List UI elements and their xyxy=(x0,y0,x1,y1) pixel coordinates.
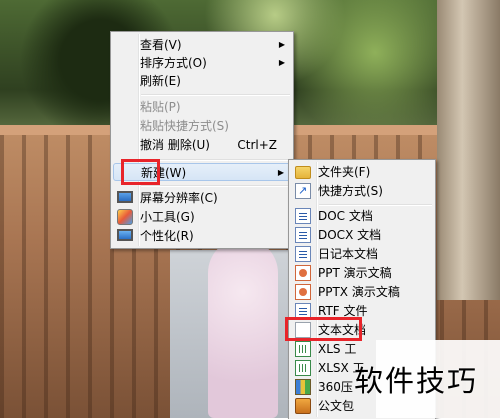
submenu-item-label: 公文包 xyxy=(318,399,355,413)
rtf-icon xyxy=(295,303,311,319)
menu-item-paste-shortcut[interactable]: 粘贴快捷方式(S) xyxy=(113,117,291,135)
submenu-item-label: PPT 演示文稿 xyxy=(318,266,392,280)
menu-separator xyxy=(319,204,432,206)
text-doc-icon xyxy=(295,322,311,338)
menu-item-label: 刷新(E) xyxy=(140,74,181,88)
menu-item-label: 新建(W) xyxy=(141,166,187,180)
menu-item-shortcut: Ctrl+Z xyxy=(237,138,277,152)
wallpaper-tree-trunk xyxy=(437,0,500,300)
new-item-folder[interactable]: 文件夹(F) xyxy=(291,163,433,181)
submenu-arrow-icon: ▶ xyxy=(278,58,285,67)
menu-item-new[interactable]: 新建(W) ▶ xyxy=(113,163,291,181)
new-item-journal[interactable]: 日记本文档 xyxy=(291,245,433,263)
menu-item-refresh[interactable]: 刷新(E) xyxy=(113,72,291,90)
menu-item-label: 撤消 删除(U) xyxy=(140,138,210,152)
menu-item-view[interactable]: 查看(V) ▶ xyxy=(113,36,291,54)
xlsx-icon xyxy=(295,360,311,376)
word-docx-icon xyxy=(295,227,311,243)
menu-item-label: 排序方式(O) xyxy=(140,56,207,70)
new-item-shortcut[interactable]: 快捷方式(S) xyxy=(291,182,433,200)
new-item-text-document[interactable]: 文本文档 xyxy=(291,321,433,339)
gadget-icon xyxy=(117,209,133,225)
menu-separator xyxy=(141,94,290,96)
submenu-item-label: 文件夹(F) xyxy=(318,165,371,179)
menu-item-sort-by[interactable]: 排序方式(O) ▶ xyxy=(113,54,291,72)
submenu-item-label: 文本文档 xyxy=(318,323,367,337)
folder-icon xyxy=(295,166,311,179)
desktop-context-menu: 查看(V) ▶ 排序方式(O) ▶ 刷新(E) 粘贴(P) 粘贴快捷方式(S) … xyxy=(110,31,294,249)
watermark-text: 软件技巧 xyxy=(354,364,479,398)
menu-separator xyxy=(141,185,290,187)
menu-item-label: 小工具(G) xyxy=(140,210,195,224)
menu-item-label: 个性化(R) xyxy=(140,229,194,243)
new-item-docx[interactable]: DOCX 文档 xyxy=(291,226,433,244)
display-icon xyxy=(117,191,133,203)
xls-icon xyxy=(295,341,311,357)
submenu-arrow-icon: ▶ xyxy=(278,40,285,49)
new-item-rtf[interactable]: RTF 文件 xyxy=(291,302,433,320)
submenu-item-label: 360压 xyxy=(318,380,353,394)
menu-item-paste[interactable]: 粘贴(P) xyxy=(113,98,291,116)
menu-item-label: 屏幕分辨率(C) xyxy=(140,191,218,205)
submenu-item-label: RTF 文件 xyxy=(318,304,368,318)
briefcase-icon xyxy=(295,398,311,414)
menu-item-label: 粘贴(P) xyxy=(140,100,181,114)
submenu-item-label: 日记本文档 xyxy=(318,247,379,261)
submenu-item-label: DOC 文档 xyxy=(318,209,373,223)
submenu-arrow-icon: ▶ xyxy=(277,168,284,177)
menu-item-undo-delete[interactable]: 撤消 删除(U) Ctrl+Z xyxy=(113,136,291,154)
personalize-icon xyxy=(117,229,133,241)
menu-item-label: 粘贴快捷方式(S) xyxy=(140,119,229,133)
new-item-pptx[interactable]: PPTX 演示文稿 xyxy=(291,283,433,301)
new-item-doc[interactable]: DOC 文档 xyxy=(291,207,433,225)
submenu-item-label: PPTX 演示文稿 xyxy=(318,285,400,299)
zip-icon xyxy=(295,379,311,395)
menu-item-screen-resolution[interactable]: 屏幕分辨率(C) xyxy=(113,189,291,207)
submenu-item-label: XLS 工 xyxy=(318,342,357,356)
wallpaper-figure xyxy=(208,238,278,418)
word-doc-icon xyxy=(295,208,311,224)
journal-icon xyxy=(295,246,311,262)
menu-item-personalize[interactable]: 个性化(R) xyxy=(113,227,291,245)
ppt-icon xyxy=(295,265,311,281)
shortcut-icon xyxy=(295,182,311,200)
submenu-item-label: DOCX 文档 xyxy=(318,228,382,242)
new-item-ppt[interactable]: PPT 演示文稿 xyxy=(291,264,433,282)
menu-item-label: 查看(V) xyxy=(140,38,182,52)
pptx-icon xyxy=(295,284,311,300)
menu-separator xyxy=(141,159,290,161)
menu-item-gadgets[interactable]: 小工具(G) xyxy=(113,208,291,226)
submenu-item-label: 快捷方式(S) xyxy=(318,184,383,198)
